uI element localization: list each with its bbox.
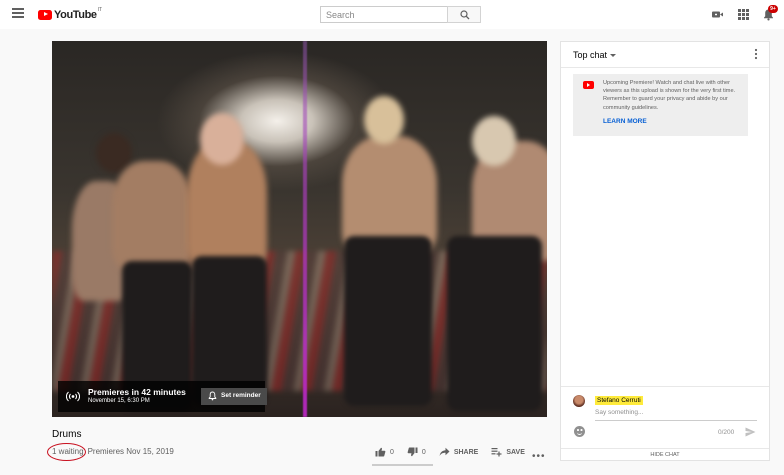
annotation-circle bbox=[47, 443, 86, 461]
create-video-icon[interactable] bbox=[711, 8, 724, 21]
logo-country-code: IT bbox=[97, 7, 103, 13]
set-reminder-button[interactable]: Set reminder bbox=[201, 388, 267, 405]
like-button[interactable]: 0 bbox=[375, 447, 394, 457]
share-button[interactable]: SHARE bbox=[439, 447, 479, 457]
thumbs-up-icon bbox=[375, 447, 386, 457]
premiere-countdown: Premieres in 42 minutes bbox=[88, 387, 186, 397]
premiere-notice-text: Upcoming Premiere! Watch and chat live w… bbox=[603, 80, 736, 111]
save-button[interactable]: SAVE bbox=[491, 447, 525, 457]
caret-down-icon[interactable] bbox=[610, 54, 616, 57]
set-reminder-label: Set reminder bbox=[221, 392, 261, 399]
share-icon bbox=[439, 447, 450, 456]
menu-icon[interactable] bbox=[12, 8, 24, 20]
video-frame-figure bbox=[364, 96, 404, 144]
video-frame-figure bbox=[447, 236, 542, 411]
video-frame-figure bbox=[344, 236, 432, 406]
video-actions: 0 0 SHARE SAVE bbox=[375, 447, 538, 457]
apps-grid-icon[interactable] bbox=[737, 8, 750, 21]
video-frame-figure bbox=[472, 116, 516, 166]
video-frame-pole bbox=[303, 41, 307, 417]
dislike-count: 0 bbox=[421, 448, 426, 456]
video-title: Drums bbox=[52, 429, 82, 440]
char-counter: 0/200 bbox=[718, 429, 735, 436]
avatar bbox=[573, 395, 585, 407]
logo-text: YouTube bbox=[54, 8, 97, 21]
video-player[interactable]: Premieres in 42 minutes November 15, 6:3… bbox=[52, 41, 547, 417]
premiere-info: Premieres Nov 15, 2019 bbox=[87, 447, 174, 456]
sentiment-bar bbox=[372, 464, 433, 466]
playlist-add-icon bbox=[491, 448, 502, 457]
chat-message-input[interactable]: Say something... bbox=[595, 409, 757, 421]
like-count: 0 bbox=[390, 448, 394, 456]
video-frame-figure bbox=[200, 113, 244, 165]
chat-header: Top chat bbox=[561, 42, 769, 68]
broadcast-icon bbox=[66, 391, 80, 402]
dislike-button[interactable]: 0 bbox=[407, 447, 426, 457]
more-vert-icon[interactable] bbox=[754, 48, 758, 60]
chat-input-area: Stefano Cerruti Say something... 0/200 bbox=[561, 386, 769, 448]
chat-author-name: Stefano Cerruti bbox=[595, 396, 643, 405]
emoji-icon[interactable] bbox=[574, 426, 585, 437]
search-input[interactable]: Search bbox=[320, 6, 448, 23]
premiere-date: November 15, 6:30 PM bbox=[88, 398, 150, 404]
learn-more-link[interactable]: LEARN MORE bbox=[603, 118, 647, 125]
chat-mode-selector[interactable]: Top chat bbox=[573, 50, 607, 60]
video-frame-figure bbox=[112, 161, 192, 271]
youtube-logo[interactable]: YouTube IT bbox=[38, 7, 103, 21]
hide-chat-button[interactable]: HIDE CHAT bbox=[561, 448, 769, 461]
share-label: SHARE bbox=[453, 448, 479, 456]
bell-icon bbox=[208, 391, 217, 401]
thumbs-down-icon bbox=[407, 447, 418, 457]
search-button[interactable] bbox=[447, 6, 481, 23]
youtube-play-icon bbox=[38, 9, 52, 20]
save-label: SAVE bbox=[506, 448, 525, 456]
live-chat-panel: Top chat Upcoming Premiere! Watch and ch… bbox=[560, 41, 770, 461]
send-icon[interactable] bbox=[745, 427, 756, 437]
youtube-icon bbox=[583, 81, 594, 89]
premiere-countdown-panel: Premieres in 42 minutes November 15, 6:3… bbox=[58, 381, 267, 412]
notification-badge: 9+ bbox=[768, 5, 778, 13]
premiere-notice: Upcoming Premiere! Watch and chat live w… bbox=[573, 74, 748, 136]
search-icon bbox=[460, 10, 470, 20]
top-bar: YouTube IT Search 9+ bbox=[0, 0, 784, 29]
more-actions-icon[interactable]: ••• bbox=[532, 451, 546, 462]
